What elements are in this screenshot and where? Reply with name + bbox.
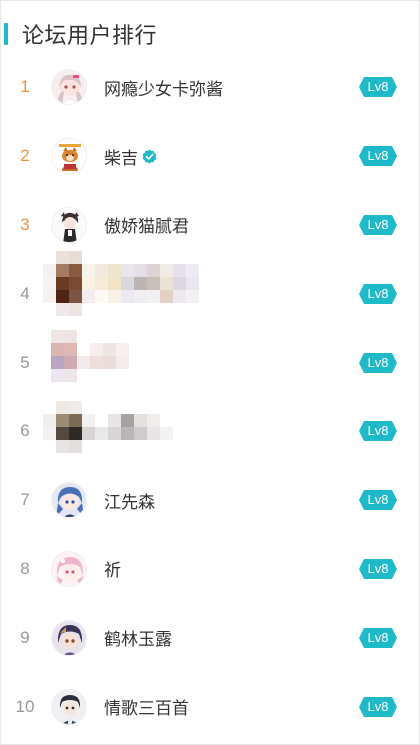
level-text: Lv8 [367,629,389,645]
blurred-user-info [43,251,212,317]
level-badge: Lv8 [359,77,397,98]
username[interactable]: 傲娇猫腻君 [104,212,189,237]
username-with-badge[interactable]: 柴吉 [104,144,157,169]
avatar[interactable] [51,550,87,587]
rank-number: 4 [20,283,30,303]
ranking-row[interactable]: 3 傲娇猫腻君 Lv8 [1,191,419,260]
ranking-row[interactable]: 7 江先森 Lv8 [1,466,419,535]
rank-number: 5 [20,352,30,372]
ranking-list: 1 网瘾少女卡弥酱 Lv8 2 柴吉 Lv8 3 傲娇猫腻君 Lv8 4 Lv8… [1,53,419,741]
ranking-row[interactable]: 10 情歌三百首 Lv8 [1,672,419,741]
panel-title: 论坛用户排行 [22,24,158,49]
level-badge: Lv8 [359,214,397,235]
username[interactable]: 鹤林玉露 [104,625,172,650]
level-badge: Lv8 [359,558,397,579]
rank-number: 1 [20,77,30,97]
ranking-row[interactable]: 8 祈 Lv8 [1,535,419,604]
ranking-row[interactable]: 2 柴吉 Lv8 [1,122,419,191]
level-text: Lv8 [367,285,389,301]
level-badge: Lv8 [359,352,397,373]
level-badge: Lv8 [359,490,397,511]
level-text: Lv8 [367,492,389,508]
ranking-row[interactable]: 4 Lv8 [1,251,419,328]
level-text: Lv8 [367,216,389,232]
panel-header: 论坛用户排行 [1,15,419,53]
blurred-user-info [51,330,155,383]
ranking-row[interactable]: 6 Lv8 [1,397,419,466]
level-text: Lv8 [367,148,389,164]
rank-number: 10 [15,696,35,716]
avatar[interactable] [51,138,87,175]
ranking-row[interactable]: 5 Lv8 [1,328,419,397]
avatar[interactable] [51,206,87,243]
rank-number: 9 [20,627,30,647]
ranking-row[interactable]: 9 鹤林玉露 Lv8 [1,603,419,672]
rank-number: 8 [20,558,30,578]
avatar[interactable] [51,688,87,725]
level-badge: Lv8 [359,627,397,648]
username[interactable]: 网瘾少女卡弥酱 [104,75,223,100]
username: 柴吉 [104,148,138,169]
avatar[interactable] [51,482,87,519]
level-badge: Lv8 [359,696,397,717]
rank-number: 3 [20,214,30,234]
title-accent-bar [4,23,8,45]
rank-number: 6 [20,421,30,441]
level-text: Lv8 [367,698,389,714]
level-text: Lv8 [367,79,389,95]
level-badge: Lv8 [359,421,397,442]
avatar[interactable] [51,619,87,656]
ranking-row[interactable]: 1 网瘾少女卡弥酱 Lv8 [1,53,419,122]
rank-number: 7 [20,490,30,510]
level-badge: Lv8 [359,146,397,167]
username[interactable]: 情歌三百首 [104,694,189,719]
rank-number: 2 [20,146,30,166]
user-ranking-panel: 论坛用户排行 1 网瘾少女卡弥酱 Lv8 2 柴吉 Lv8 3 傲娇猫腻君 Lv… [0,0,420,745]
level-text: Lv8 [367,423,389,439]
avatar[interactable] [51,69,87,106]
level-badge: Lv8 [359,283,397,304]
blurred-user-info [43,400,173,453]
level-text: Lv8 [367,560,389,576]
verified-icon [142,149,157,164]
level-text: Lv8 [367,354,389,370]
username[interactable]: 祈 [104,556,121,581]
username[interactable]: 江先森 [104,488,155,513]
